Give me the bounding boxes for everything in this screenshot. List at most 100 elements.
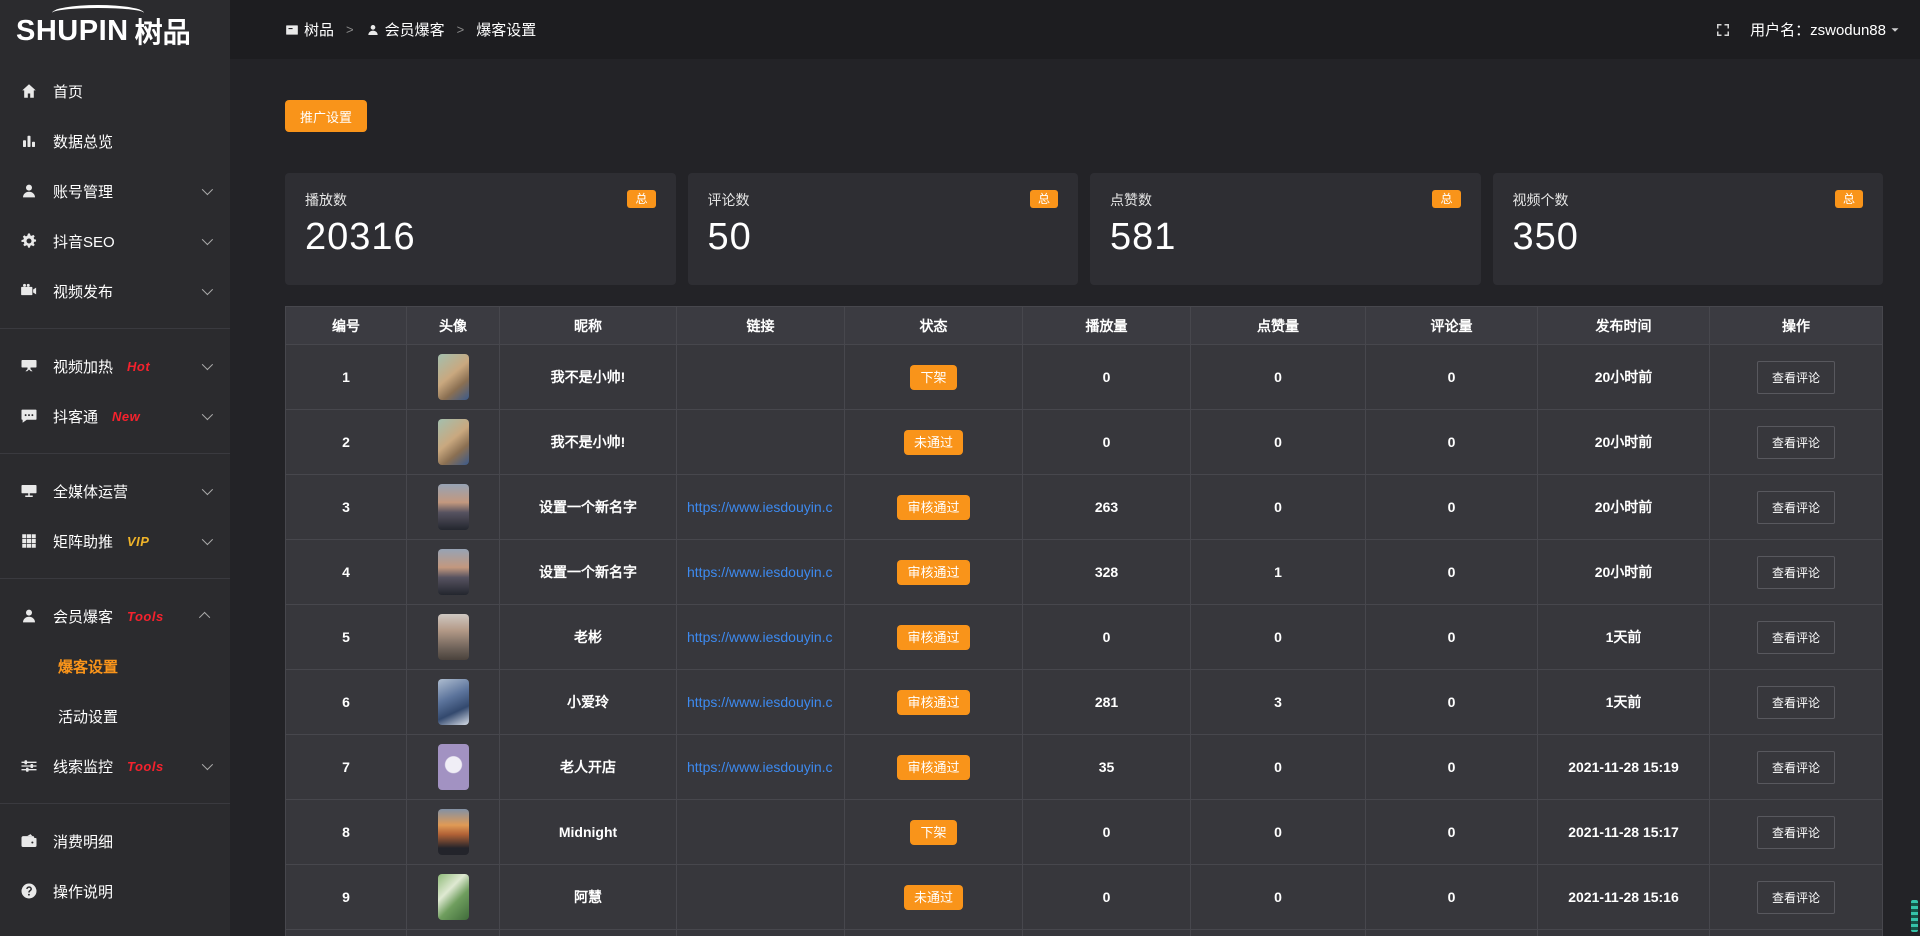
chat-icon (20, 407, 38, 425)
video-link[interactable]: https://www.iesdouyin.c (677, 564, 844, 580)
cell-likes: 0 (1191, 800, 1366, 865)
breadcrumb-item[interactable]: 会员爆客 (366, 19, 445, 40)
sidebar-item-home[interactable]: 首页 (0, 66, 230, 116)
sidebar-item-tag: New (112, 409, 140, 424)
sidebar-item-douketong[interactable]: 抖客通New (0, 391, 230, 441)
status-badge: 未通过 (904, 885, 963, 910)
table-row: 8Midnight下架0002021-11-28 15:17查看评论 (286, 800, 1882, 865)
table-header-row: 编号头像昵称链接状态播放量点赞量评论量发布时间操作 (286, 307, 1882, 345)
avatar (438, 484, 469, 530)
view-comments-button[interactable]: 查看评论 (1757, 686, 1835, 719)
cell-comments: 0 (1366, 475, 1538, 540)
sidebar-item-account-management[interactable]: 账号管理 (0, 166, 230, 216)
view-comments-button[interactable]: 查看评论 (1757, 491, 1835, 524)
sidebar-item-activity-settings[interactable]: 活动设置 (0, 691, 230, 741)
question-icon (20, 882, 38, 900)
stat-card-label: 播放数 (305, 190, 347, 210)
cell-link (677, 410, 845, 475)
view-comments-button[interactable]: 查看评论 (1757, 816, 1835, 849)
cell-status: 审核通过 (845, 540, 1023, 605)
sidebar-divider (0, 803, 230, 804)
sidebar-item-baoke-settings[interactable]: 爆客设置 (0, 641, 230, 691)
cell-publish-time: 2021-11-28 15:17 (1538, 800, 1710, 865)
cell-publish-time: 2021-11-28 15:19 (1538, 735, 1710, 800)
user-icon (20, 607, 38, 625)
topbar: 树品>会员爆客>爆客设置 用户名：zswodun88 (230, 0, 1920, 59)
sidebar-item-video-publish[interactable]: 视频发布 (0, 266, 230, 316)
sidebar-item-data-overview[interactable]: 数据总览 (0, 116, 230, 166)
breadcrumb-item[interactable]: 树品 (285, 19, 334, 40)
cell-likes: 0 (1191, 735, 1366, 800)
monitor-icon (20, 482, 38, 500)
sliders-icon (20, 757, 38, 775)
video-link[interactable]: https://www.iesdouyin.c (677, 694, 844, 710)
camera-icon (20, 282, 38, 300)
column-header: 头像 (407, 307, 500, 345)
view-comments-button[interactable]: 查看评论 (1757, 361, 1835, 394)
table-row: 3设置一个新名字https://www.iesdouyin.c审核通过26300… (286, 475, 1882, 540)
view-comments-button[interactable]: 查看评论 (1757, 751, 1835, 784)
cell-likes: 0 (1191, 605, 1366, 670)
sidebar-item-member-baoke[interactable]: 会员爆客Tools (0, 591, 230, 641)
cell-comments: 0 (1366, 605, 1538, 670)
cell-nickname: 小爱玲 (500, 670, 677, 735)
cell-status: 未通过 (845, 865, 1023, 930)
status-badge: 审核通过 (897, 690, 969, 715)
sidebar-item-label: 操作说明 (53, 881, 113, 902)
username-dropdown[interactable]: 用户名：zswodun88 (1750, 19, 1902, 40)
breadcrumb-item[interactable]: 爆客设置 (476, 19, 536, 40)
chevron-up-icon (199, 612, 210, 623)
sidebar-item-clue-monitor[interactable]: 线索监控Tools (0, 741, 230, 791)
stat-card: 评论数总50 (688, 173, 1079, 285)
video-link[interactable]: https://www.iesdouyin.c (677, 499, 844, 515)
view-comments-button[interactable]: 查看评论 (1757, 881, 1835, 914)
cell-comments: 0 (1366, 670, 1538, 735)
avatar (438, 614, 469, 660)
cell-comments: 0 (1366, 410, 1538, 475)
table-row: 4设置一个新名字https://www.iesdouyin.c审核通过32810… (286, 540, 1882, 605)
view-comments-button[interactable]: 查看评论 (1757, 426, 1835, 459)
sidebar-item-douyin-seo[interactable]: 抖音SEO (0, 216, 230, 266)
column-header: 点赞量 (1191, 307, 1366, 345)
home-icon (20, 82, 38, 100)
cell-number: 3 (286, 475, 407, 540)
sidebar-item-video-heating[interactable]: 视频加热Hot (0, 341, 230, 391)
cell-likes: 0 (1191, 865, 1366, 930)
promo-settings-button[interactable]: 推广设置 (285, 100, 367, 132)
scrollbar-fragment[interactable] (1911, 900, 1918, 932)
cell-plays: 0 (1023, 605, 1191, 670)
cell-plays: 0 (1023, 800, 1191, 865)
sidebar-item-omni-media[interactable]: 全媒体运营 (0, 466, 230, 516)
cell-plays: 281 (1023, 670, 1191, 735)
video-link[interactable]: https://www.iesdouyin.c (677, 759, 844, 775)
status-badge: 审核通过 (897, 755, 969, 780)
fullscreen-icon[interactable] (1714, 21, 1732, 39)
cell-publish-time: 2021-11-28 15:16 (1538, 865, 1710, 930)
chevron-down-icon (1886, 23, 1902, 37)
view-comments-button[interactable]: 查看评论 (1757, 621, 1835, 654)
table-row: 5老彬https://www.iesdouyin.c审核通过0001天前查看评论 (286, 605, 1882, 670)
stat-card-value: 350 (1513, 216, 1864, 259)
sidebar-nav: 首页数据总览账号管理抖音SEO视频发布视频加热Hot抖客通New 全媒体运营矩阵助… (0, 62, 230, 916)
member-videos-table: 编号头像昵称链接状态播放量点赞量评论量发布时间操作1我不是小帅!下架00020小… (285, 306, 1883, 936)
view-comments-button[interactable]: 查看评论 (1757, 556, 1835, 589)
cell-status: 审核通过 (845, 475, 1023, 540)
video-link[interactable]: https://www.iesdouyin.c (677, 629, 844, 645)
cell-link (677, 930, 845, 936)
status-badge: 下架 (910, 365, 956, 390)
cell-number: 7 (286, 735, 407, 800)
table-row: 1我不是小帅!下架00020小时前查看评论 (286, 345, 1882, 410)
app-logo: SHUPIN 树品 (0, 0, 230, 62)
sidebar-item-operation-guide[interactable]: 操作说明 (0, 866, 230, 916)
sidebar-item-tag: VIP (127, 534, 149, 549)
total-badge: 总 (627, 190, 655, 208)
sidebar-item-matrix-boost[interactable]: 矩阵助推VIP (0, 516, 230, 566)
total-badge: 总 (1835, 190, 1863, 208)
sidebar-item-consumption-detail[interactable]: 消费明细 (0, 816, 230, 866)
cell-likes (1191, 930, 1366, 936)
chevron-down-icon (202, 409, 213, 420)
breadcrumb-separator: > (346, 22, 354, 37)
sidebar-item-tag: Hot (127, 359, 150, 374)
cell-status: 审核通过 (845, 735, 1023, 800)
content-area: 推广设置 播放数总20316评论数总50点赞数总581视频个数总350 编号头像… (230, 59, 1920, 936)
